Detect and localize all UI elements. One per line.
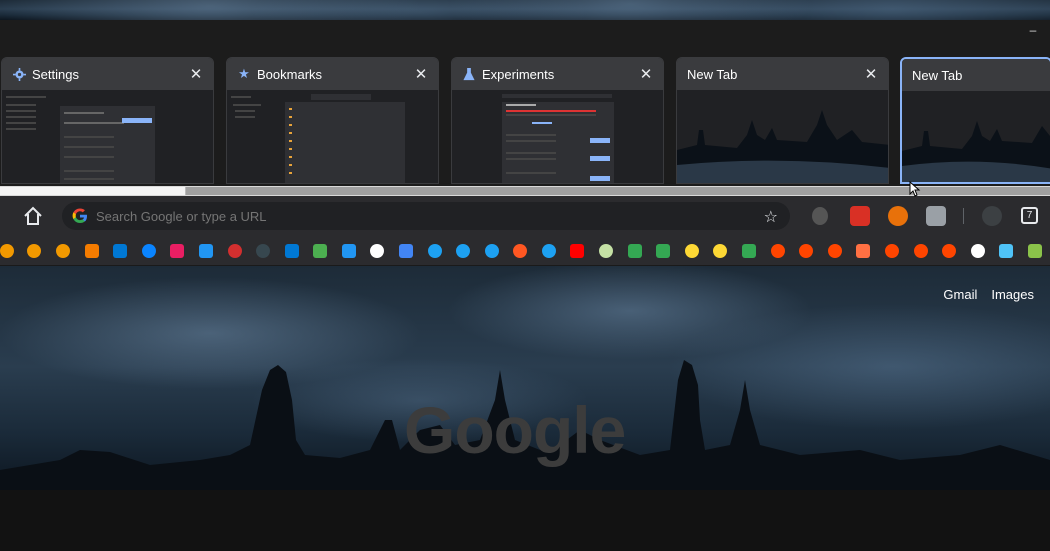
bookmark-reddit-icon[interactable] xyxy=(771,244,785,258)
bookmark-app-icon[interactable] xyxy=(313,244,327,258)
title-bar: – xyxy=(0,20,1050,56)
mouse-cursor-icon xyxy=(909,181,921,197)
bookmark-app-icon[interactable] xyxy=(628,244,642,258)
bookmark-xd-icon[interactable] xyxy=(27,244,41,258)
toolbar-divider xyxy=(963,208,964,224)
ublock-extension-icon[interactable] xyxy=(812,207,828,225)
gear-icon xyxy=(12,67,26,81)
tab-strip: Settings ✕ ★ Bookmarks ✕ Experiments ✕ N… xyxy=(0,56,1050,186)
bookmark-app-icon[interactable] xyxy=(856,244,870,258)
tab-thumbnail xyxy=(2,90,213,183)
bookmark-outlook-icon[interactable] xyxy=(113,244,127,258)
bookmark-reddit-icon[interactable] xyxy=(799,244,813,258)
google-g-icon xyxy=(72,208,88,224)
bookmark-onedrive-icon[interactable] xyxy=(142,244,156,258)
tab-new-tab-2[interactable]: New Tab xyxy=(900,57,1050,184)
close-icon[interactable]: ✕ xyxy=(639,65,653,83)
tab-thumbnail xyxy=(677,90,888,183)
google-logo: Google xyxy=(404,393,626,467)
bookmark-reddit-icon[interactable] xyxy=(942,244,956,258)
bookmark-reddit-icon[interactable] xyxy=(828,244,842,258)
close-icon[interactable]: ✕ xyxy=(189,65,203,83)
tab-thumbnail xyxy=(452,90,663,183)
bookmark-translate-icon[interactable] xyxy=(399,244,413,258)
wallpaper-strip xyxy=(0,0,1050,20)
flask-icon xyxy=(462,67,476,81)
bookmark-reddit-icon[interactable] xyxy=(914,244,928,258)
bookmark-app-icon[interactable] xyxy=(199,244,213,258)
bookmark-google-icon[interactable] xyxy=(370,244,384,258)
minimize-icon[interactable]: – xyxy=(1026,24,1040,36)
tab-experiments[interactable]: Experiments ✕ xyxy=(451,57,664,184)
bookmark-maps-icon[interactable] xyxy=(742,244,756,258)
bookmark-app-icon[interactable] xyxy=(599,244,613,258)
tab-strip-scrollbar[interactable] xyxy=(0,186,1050,196)
bookmark-blogger-icon[interactable] xyxy=(85,244,99,258)
bookmark-app-icon[interactable] xyxy=(513,244,527,258)
bookmark-star-icon[interactable]: ☆ xyxy=(764,207,778,227)
bookmark-twitter-icon[interactable] xyxy=(456,244,470,258)
scrollbar-thumb[interactable] xyxy=(0,187,186,195)
tab-bookmarks[interactable]: ★ Bookmarks ✕ xyxy=(226,57,439,184)
bookmark-app-icon[interactable] xyxy=(971,244,985,258)
bookmark-xd-icon[interactable] xyxy=(0,244,14,258)
bookmark-app-icon[interactable] xyxy=(228,244,242,258)
tab-thumbnail xyxy=(902,91,1050,182)
tab-settings[interactable]: Settings ✕ xyxy=(1,57,214,184)
tab-new-tab-1[interactable]: New Tab ✕ xyxy=(676,57,889,184)
home-icon[interactable] xyxy=(22,205,44,227)
bookmark-reddit-icon[interactable] xyxy=(885,244,899,258)
bookmark-app-icon[interactable] xyxy=(170,244,184,258)
bookmark-twitter-icon[interactable] xyxy=(542,244,556,258)
pen-extension-icon[interactable] xyxy=(850,206,870,226)
bookmark-app-icon[interactable] xyxy=(1028,244,1042,258)
bookmark-app-icon[interactable] xyxy=(256,244,270,258)
bookmark-twitter-icon[interactable] xyxy=(428,244,442,258)
new-tab-page: Gmail Images Google xyxy=(0,266,1050,490)
toolbar: ☆ 7 xyxy=(0,196,1050,236)
tab-count-button[interactable]: 7 xyxy=(1021,207,1038,224)
images-link[interactable]: Images xyxy=(991,287,1034,302)
tab-title: Bookmarks xyxy=(257,66,323,82)
gmail-link[interactable]: Gmail xyxy=(943,287,977,302)
bookmarks-bar xyxy=(0,236,1050,266)
bookmark-app-icon[interactable] xyxy=(342,244,356,258)
hand-extension-icon[interactable] xyxy=(888,206,908,226)
tab-title: New Tab xyxy=(912,67,963,83)
tab-thumbnail xyxy=(227,90,438,183)
bookmark-youtube-icon[interactable] xyxy=(570,244,584,258)
close-icon[interactable]: ✕ xyxy=(414,65,428,83)
bookmark-bulb-icon[interactable] xyxy=(713,244,727,258)
shield-extension-icon[interactable] xyxy=(926,206,946,226)
bookmark-app-icon[interactable] xyxy=(656,244,670,258)
avatar[interactable] xyxy=(982,206,1002,226)
tab-title: Experiments xyxy=(482,66,555,82)
bookmark-bulb-icon[interactable] xyxy=(685,244,699,258)
bookmark-xd-icon[interactable] xyxy=(56,244,70,258)
omnibox-input[interactable] xyxy=(96,208,736,224)
omnibox[interactable]: ☆ xyxy=(62,202,790,230)
star-icon: ★ xyxy=(238,66,250,81)
bookmark-app-icon[interactable] xyxy=(999,244,1013,258)
close-icon[interactable]: ✕ xyxy=(864,65,878,83)
page-bottom xyxy=(0,490,1050,551)
bookmark-twitter-icon[interactable] xyxy=(485,244,499,258)
bookmark-windows-icon[interactable] xyxy=(285,244,299,258)
tab-title: New Tab xyxy=(687,66,738,82)
tab-title: Settings xyxy=(32,66,79,82)
